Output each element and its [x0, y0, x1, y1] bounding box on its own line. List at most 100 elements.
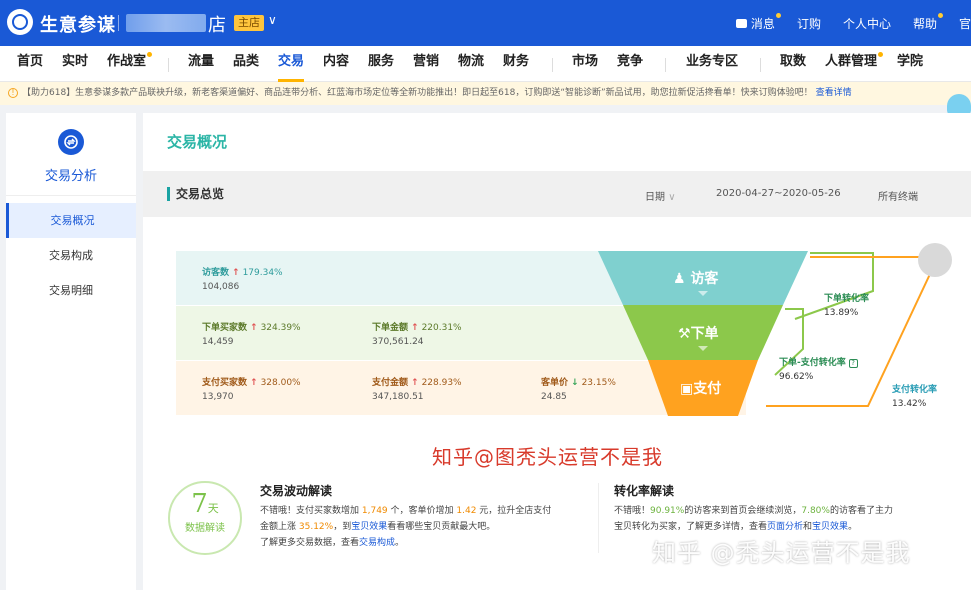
seven-day-badge: 7天 数据解读	[168, 481, 242, 555]
item-effect-link[interactable]: 宝贝效果	[812, 522, 848, 532]
nav-marketing[interactable]: 营销	[413, 46, 439, 82]
help-link[interactable]: 帮助	[912, 12, 943, 32]
nav-academy[interactable]: 学院	[897, 46, 923, 82]
sidebar-item-overview[interactable]: 交易概况	[6, 203, 136, 238]
notification-dot	[775, 12, 781, 18]
notice-link[interactable]: 查看详情	[816, 88, 852, 98]
stage-label: 支付	[693, 381, 722, 397]
sidebar-divider	[6, 195, 136, 196]
conv-value: 13.89%	[824, 308, 859, 318]
metric-value: 370,561.24	[372, 337, 424, 347]
notification-dot	[937, 12, 943, 18]
sidebar-title: 交易分析	[44, 169, 97, 184]
sidebar: 交易分析 交易概况 交易构成 交易明细	[6, 113, 136, 590]
badge-caption: 数据解读	[185, 523, 225, 534]
metric-label: 下单金额	[372, 323, 409, 333]
compass-logo-icon[interactable]	[7, 9, 33, 35]
arrow-up-icon: ↑	[250, 323, 258, 333]
person-icon: ♟	[673, 271, 686, 287]
nav-traffic[interactable]: 流量	[188, 46, 214, 82]
insight-title: 交易波动解读	[260, 484, 333, 498]
pay-buyers-metric: 支付买家数 ↑ 328.00% 13,970	[202, 375, 301, 402]
metric-pct: 328.00%	[260, 378, 301, 388]
nav-crowd-label: 人群管理	[825, 54, 878, 69]
nav-content[interactable]: 内容	[323, 46, 349, 82]
nav-competition[interactable]: 竞争	[617, 46, 643, 82]
metric-label: 访客数	[202, 268, 230, 278]
message-icon	[735, 18, 747, 28]
subscribe-link[interactable]: 订购	[797, 15, 821, 32]
conversion-insight: 转化率解读 不错哦！90.91%的访客来到首页会继续浏览，7.80%的访客看了主…	[614, 483, 944, 535]
section-header: 交易总览 日期 ∨ 2020-04-27~2020-05-26 所有终端	[143, 171, 971, 217]
order-pay-conv: 下单-支付转化率 ? 96.62%	[779, 355, 858, 382]
nav-trade[interactable]: 交易	[278, 46, 305, 82]
scroll-button[interactable]	[918, 243, 952, 277]
nav-realtime[interactable]: 实时	[62, 46, 88, 82]
brand-title[interactable]: 生意参谋	[40, 11, 116, 37]
main-panel: 交易概况 交易总览 日期 ∨ 2020-04-27~2020-05-26 所有终…	[143, 113, 971, 590]
brand-divider	[118, 15, 119, 31]
metric-value: 14,459	[202, 337, 234, 347]
date-filter[interactable]: 日期 ∨	[645, 188, 676, 203]
badge-num: 7	[191, 489, 208, 519]
nav-crowd[interactable]: 人群管理	[825, 46, 884, 82]
date-range[interactable]: 2020-04-27~2020-05-26	[716, 188, 841, 199]
item-effect-link[interactable]: 宝贝效果	[351, 522, 387, 532]
insight-line: 不错哦！90.91%的访客来到首页会继续浏览，7.80%的访客看了主力	[614, 506, 893, 516]
insight-line: 了解更多交易数据，查看交易构成。	[260, 538, 405, 548]
metric-value: 13,970	[202, 392, 234, 402]
warning-icon: !	[8, 87, 18, 98]
help-icon[interactable]: ?	[848, 359, 858, 368]
terminal-select[interactable]: 所有终端	[878, 188, 918, 203]
help-label: 帮助	[912, 16, 937, 31]
official-link[interactable]: 官	[959, 15, 971, 32]
insight-line: 金额上涨 35.12%，到宝贝效果看看哪些宝贝贡献最大吧。	[260, 522, 496, 532]
badge-number: 7天	[170, 489, 240, 519]
sidebar-item-detail[interactable]: 交易明细	[6, 273, 136, 308]
messages-link[interactable]: 消息	[735, 12, 781, 32]
nav-divider	[760, 58, 761, 72]
trade-composition-link[interactable]: 交易构成	[359, 538, 395, 548]
page-analysis-link[interactable]: 页面分析	[767, 522, 803, 532]
notice-text: 【助力618】生意参谋多款产品联袂升级，新老客渠道偏好、商品连带分析、红蓝海市场…	[22, 88, 813, 98]
badge-unit: 天	[207, 502, 219, 515]
shop-badge: 主店	[234, 15, 264, 31]
metric-value: 104,086	[202, 282, 240, 292]
watermark-bottom: 知乎 @秃头运营不是我	[652, 539, 911, 567]
arrow-up-icon: ↑	[411, 378, 419, 388]
metric-label: 支付金额	[372, 378, 409, 388]
nav-logistics[interactable]: 物流	[458, 46, 484, 82]
conv-value: 96.62%	[779, 372, 814, 382]
funnel-stage-order: ⚒下单	[678, 323, 719, 343]
fluctuation-insight: 交易波动解读 不错哦！支付买家数增加 1,749 个，客单价增加 1.42 元，…	[260, 483, 590, 551]
insight-title: 转化率解读	[614, 484, 675, 498]
nav-home[interactable]: 首页	[17, 46, 43, 82]
nav-finance[interactable]: 财务	[503, 46, 529, 82]
nav-category[interactable]: 品类	[233, 46, 259, 82]
order-buyers-metric: 下单买家数 ↑ 324.39% 14,459	[202, 320, 301, 347]
arrow-up-icon: ↑	[250, 378, 258, 388]
profile-link[interactable]: 个人中心	[843, 15, 891, 32]
sidebar-item-composition[interactable]: 交易构成	[6, 238, 136, 273]
metric-value: 347,180.51	[372, 392, 424, 402]
pay-conv: 支付转化率 13.42%	[892, 382, 937, 409]
chevron-down-icon[interactable]: ∨	[268, 13, 277, 27]
funnel-stage-visitor: ♟ 访客	[673, 268, 718, 288]
hammer-icon: ⚒	[678, 326, 691, 342]
nav-market[interactable]: 市场	[572, 46, 598, 82]
nav-divider	[552, 58, 553, 72]
nav-fetch-data[interactable]: 取数	[780, 46, 806, 82]
notification-dot	[147, 52, 153, 57]
nav-service[interactable]: 服务	[368, 46, 394, 82]
visitor-metric: 访客数 ↑ 179.34% 104,086	[202, 265, 283, 292]
metric-pct: 228.93%	[421, 378, 462, 388]
nav-business-zone[interactable]: 业务专区	[686, 46, 738, 82]
watermark-red: 知乎@图秃头运营不是我	[432, 445, 663, 469]
notification-dot	[878, 52, 884, 57]
nav-war-room[interactable]: 作战室	[107, 46, 153, 82]
nav-divider	[665, 58, 666, 72]
nav-war-room-label: 作战室	[107, 54, 147, 69]
main-nav: 首页 实时 作战室 流量 品类 交易 内容 服务 营销 物流 财务 市场 竞争 …	[0, 46, 971, 82]
page-title: 交易概况	[167, 133, 228, 151]
wallet-icon: ▣	[680, 381, 694, 397]
